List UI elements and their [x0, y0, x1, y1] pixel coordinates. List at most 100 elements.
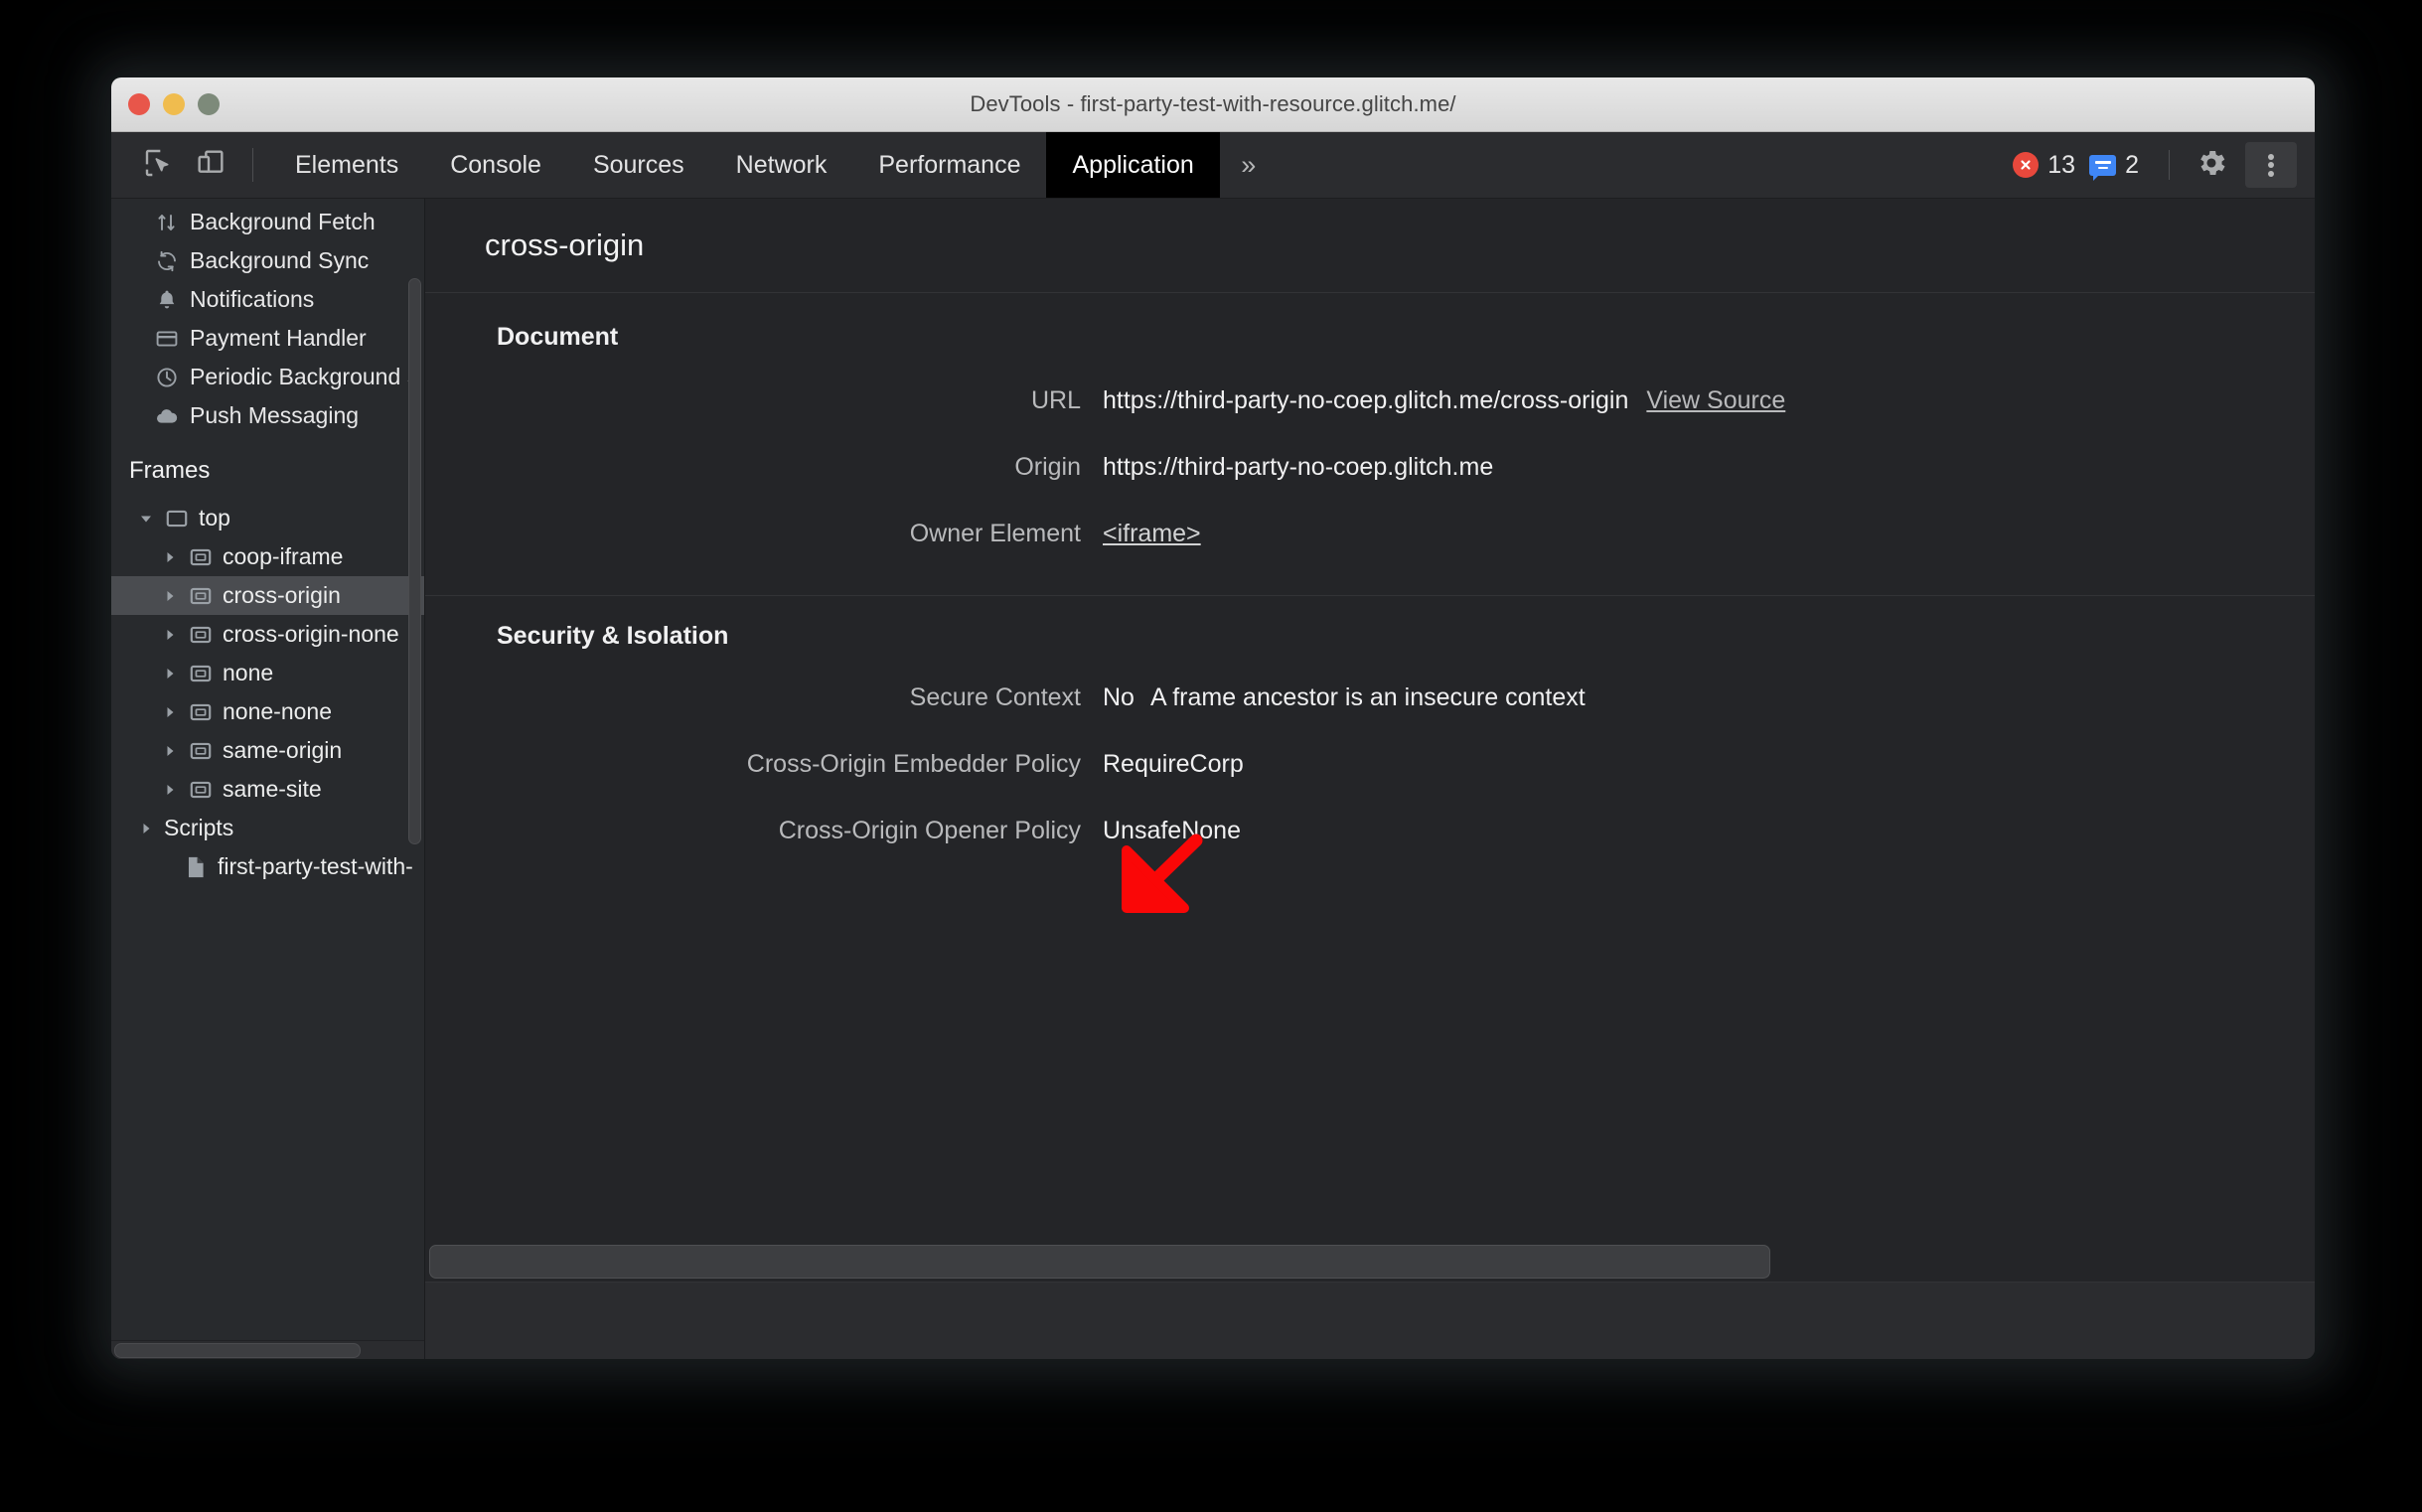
- chevron-right-icon[interactable]: [137, 821, 155, 836]
- panel-footer: [425, 1282, 2315, 1359]
- devtools-content: Background Fetch Background Sync Notific…: [111, 199, 2315, 1359]
- field-value: UnsafeNone: [1103, 817, 1241, 844]
- error-count: 13: [2047, 150, 2076, 179]
- tree-item-none-none[interactable]: none-none: [111, 692, 424, 731]
- iframe-icon: [188, 699, 214, 725]
- chevron-right-icon[interactable]: [161, 782, 179, 798]
- owner-element-link[interactable]: <iframe>: [1103, 520, 1201, 547]
- field-value: https://third-party-no-coep.glitch.me/cr…: [1081, 386, 1785, 415]
- cloud-icon: [155, 404, 179, 428]
- tab-performance[interactable]: Performance: [852, 132, 1046, 198]
- panel-header: cross-origin: [425, 199, 2315, 293]
- chevron-right-icon[interactable]: [161, 666, 179, 681]
- frame-details-panel: cross-origin Document URL https://third-…: [425, 199, 2315, 1359]
- tree-item-same-site[interactable]: same-site: [111, 770, 424, 809]
- background-fetch-icon: [155, 211, 179, 234]
- sidebar-item-label: Payment Handler: [190, 325, 367, 351]
- window-title: DevTools - first-party-test-with-resourc…: [970, 91, 1456, 116]
- frame-top-icon: [164, 506, 190, 531]
- tree-item-cross-origin[interactable]: cross-origin: [111, 576, 424, 615]
- tree-item-none[interactable]: none: [111, 654, 424, 692]
- iframe-icon: [188, 544, 214, 570]
- iframe-icon: [188, 583, 214, 609]
- iframe-icon: [188, 777, 214, 803]
- sidebar-item-background-fetch[interactable]: Background Fetch: [111, 203, 424, 241]
- sidebar-horizontal-scrollbar-thumb[interactable]: [114, 1343, 361, 1358]
- message-counter[interactable]: 2: [2089, 150, 2139, 181]
- main-horizontal-scrollbar-track[interactable]: [425, 1242, 2315, 1282]
- field-value: <iframe>: [1081, 520, 1201, 548]
- chevron-right-icon[interactable]: [161, 588, 179, 604]
- message-count: 2: [2125, 150, 2139, 179]
- tree-item-scripts[interactable]: Scripts: [111, 809, 424, 847]
- tree-item-coop-iframe[interactable]: coop-iframe: [111, 537, 424, 576]
- devtools-toolbar: Elements Console Sources Network Perform…: [111, 132, 2315, 199]
- tree-item-label: Scripts: [164, 815, 234, 840]
- chevron-right-icon[interactable]: [161, 704, 179, 720]
- window-titlebar: DevTools - first-party-test-with-resourc…: [111, 77, 2315, 132]
- clock-icon: [155, 366, 179, 389]
- tree-item-label: same-site: [223, 776, 322, 802]
- minimize-button[interactable]: [163, 93, 185, 115]
- tab-console[interactable]: Console: [424, 132, 567, 198]
- field-coep: Cross-Origin Embedder Policy RequireCorp: [425, 731, 2315, 798]
- error-counter[interactable]: 13: [2013, 151, 2075, 180]
- toolbar-right-group: 13 2: [2013, 132, 2297, 198]
- sidebar-vertical-scrollbar[interactable]: [408, 278, 421, 844]
- chevron-right-icon[interactable]: [161, 743, 179, 759]
- tree-item-label: same-origin: [223, 737, 343, 763]
- chevron-right-icon[interactable]: [161, 627, 179, 643]
- tab-sources[interactable]: Sources: [567, 132, 710, 198]
- sidebar-item-label: Background Fetch: [190, 209, 376, 234]
- security-isolation-section: Security & Isolation Secure Context No A …: [425, 596, 2315, 864]
- error-icon: [2013, 152, 2040, 178]
- iframe-icon: [188, 661, 214, 686]
- inspect-element-button[interactable]: [133, 139, 185, 191]
- secure-context-explanation: A frame ancestor is an insecure context: [1149, 683, 1586, 711]
- sidebar-item-background-sync[interactable]: Background Sync: [111, 241, 424, 280]
- main-horizontal-scrollbar-thumb[interactable]: [429, 1245, 1770, 1279]
- chevron-right-icon[interactable]: [161, 549, 179, 565]
- toolbar-divider: [2169, 150, 2170, 180]
- device-toolbar-button[interactable]: [185, 139, 236, 191]
- tree-item-same-origin[interactable]: same-origin: [111, 731, 424, 770]
- devtools-window: DevTools - first-party-test-with-resourc…: [111, 77, 2315, 1359]
- field-origin: Origin https://third-party-no-coep.glitc…: [425, 434, 2315, 501]
- background-sync-icon: [155, 249, 179, 273]
- more-options-button[interactable]: [2245, 142, 2297, 188]
- sidebar-item-label: Periodic Background S: [190, 364, 422, 389]
- sidebar-item-payment-handler[interactable]: Payment Handler: [111, 319, 424, 358]
- application-sidebar[interactable]: Background Fetch Background Sync Notific…: [111, 199, 425, 1359]
- inspect-element-icon: [143, 147, 175, 184]
- chevron-down-icon[interactable]: [137, 511, 155, 527]
- sidebar-item-push-messaging[interactable]: Push Messaging: [111, 396, 424, 435]
- tab-elements[interactable]: Elements: [269, 132, 424, 198]
- sidebar-item-periodic-background-sync[interactable]: Periodic Background S: [111, 358, 424, 396]
- panel-tabs: Elements Console Sources Network Perform…: [269, 132, 1278, 198]
- tree-item-label: none: [223, 660, 274, 685]
- zoom-button[interactable]: [198, 93, 220, 115]
- tree-item-label: none-none: [223, 698, 332, 724]
- tree-item-label: first-party-test-with-: [218, 853, 413, 879]
- field-owner-element: Owner Element <iframe>: [425, 501, 2315, 567]
- tree-item-top[interactable]: top: [111, 499, 424, 537]
- field-label: Cross-Origin Embedder Policy: [746, 750, 1081, 778]
- tab-network[interactable]: Network: [710, 132, 853, 198]
- more-tabs-icon[interactable]: »: [1220, 132, 1278, 198]
- sidebar-horizontal-scrollbar-track[interactable]: [111, 1340, 424, 1359]
- close-button[interactable]: [128, 93, 150, 115]
- iframe-icon: [188, 622, 214, 648]
- tree-item-first-party-test-with[interactable]: first-party-test-with-: [111, 847, 424, 886]
- view-source-link[interactable]: View Source: [1646, 386, 1785, 414]
- field-label: Owner Element: [909, 520, 1081, 547]
- tree-item-cross-origin-none[interactable]: cross-origin-none: [111, 615, 424, 654]
- document-section: Document URL https://third-party-no-coep…: [425, 293, 2315, 596]
- sidebar-item-notifications[interactable]: Notifications: [111, 280, 424, 319]
- iframe-icon: [188, 738, 214, 764]
- secure-context-value: No: [1103, 683, 1135, 711]
- settings-button[interactable]: [2186, 142, 2237, 188]
- tab-application[interactable]: Application: [1046, 132, 1220, 198]
- section-heading-security-isolation: Security & Isolation: [497, 622, 729, 650]
- field-coop: Cross-Origin Opener Policy UnsafeNone: [425, 798, 2315, 864]
- document-icon: [183, 854, 209, 880]
